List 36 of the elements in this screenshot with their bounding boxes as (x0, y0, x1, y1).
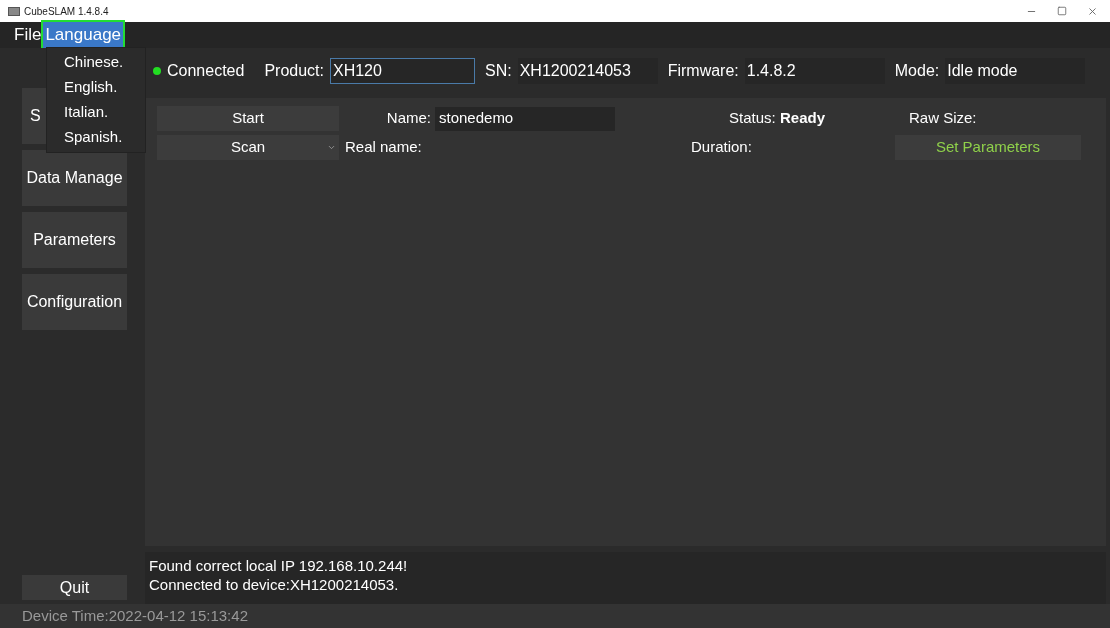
menu-option[interactable]: Spanish. (47, 125, 145, 150)
close-icon[interactable] (1087, 5, 1098, 17)
field-label: Mode: (894, 61, 940, 81)
field-label: Product: (264, 61, 324, 81)
duration-label: Duration: (690, 137, 753, 158)
menu-item[interactable]: File (12, 22, 44, 48)
status-text: Status: Ready (729, 108, 825, 129)
menu-item[interactable]: Language (43, 22, 124, 48)
set-parameters-button[interactable]: Set Parameters (895, 135, 1081, 160)
connection-label: Connected (167, 61, 245, 81)
name-field[interactable]: stonedemo (435, 106, 615, 131)
maximize-icon[interactable] (1057, 5, 1067, 16)
real-name-label: Real name: (344, 137, 423, 158)
field-value: XH120 (330, 58, 475, 84)
menu-option[interactable]: Chinese. (47, 50, 145, 75)
device-time: Device Time:2022-04-12 15:13:42 (22, 605, 248, 626)
scan-dropdown[interactable]: Scan (157, 135, 339, 160)
app-icon (8, 6, 20, 16)
sidebar-button[interactable]: Data Manage (22, 150, 127, 206)
field-label: Firmware: (667, 61, 739, 81)
sidebar-button[interactable]: Parameters (22, 212, 127, 268)
menu-option[interactable]: English. (47, 75, 145, 100)
field-value: XH1200214053 (517, 58, 658, 84)
quit-button[interactable]: Quit (22, 575, 127, 600)
raw-size-label: Raw Size: (908, 108, 978, 129)
window-title: CubeSLAM 1.4.8.4 (24, 4, 109, 19)
field-label: SN: (485, 61, 512, 81)
log-line: Found correct local IP 192.168.10.244! (149, 556, 409, 575)
caret-icon (327, 143, 336, 152)
field-value: 1.4.8.2 (744, 58, 885, 84)
start-button[interactable]: Start (157, 106, 339, 131)
field-value: Idle mode (945, 58, 1086, 84)
log-line: Connected to device:XH1200214053. (149, 575, 400, 594)
name-label: Name: (385, 108, 432, 129)
menu-option[interactable]: Italian. (47, 100, 145, 125)
sidebar-button[interactable]: Configuration (22, 274, 127, 330)
